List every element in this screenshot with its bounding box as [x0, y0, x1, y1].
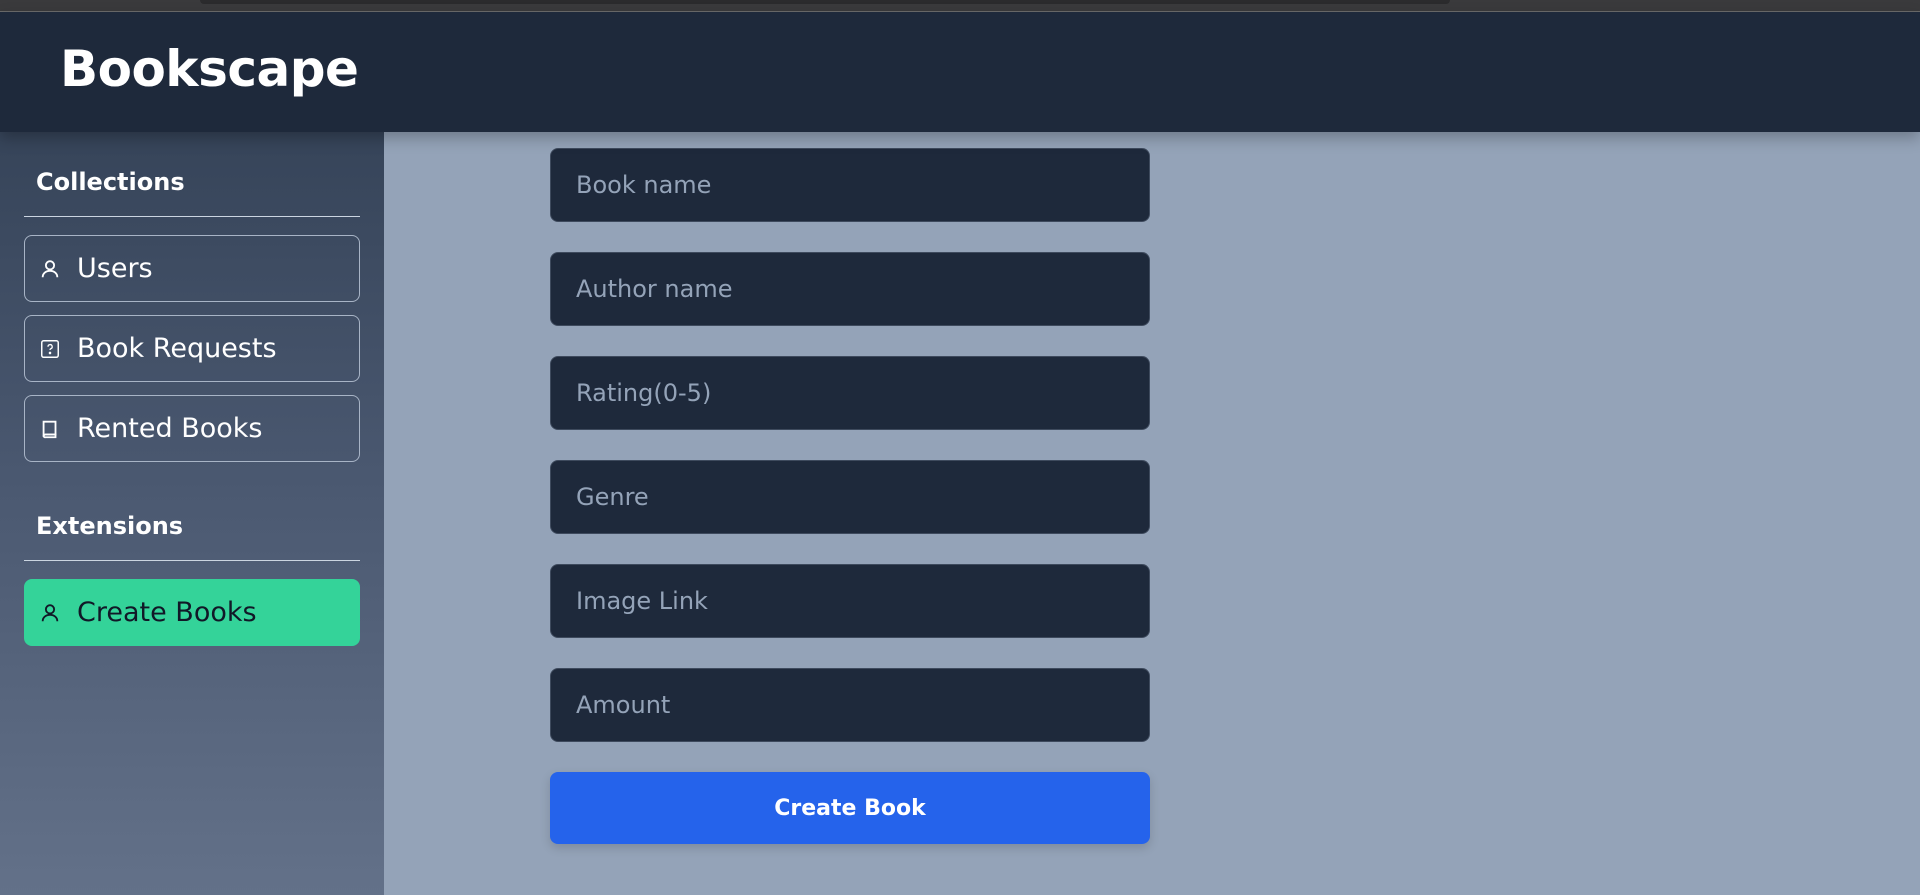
amount-input[interactable] — [550, 668, 1150, 742]
sidebar: Collections Users Book Requests Rented B… — [0, 132, 384, 895]
sidebar-section-title-collections: Collections — [36, 168, 185, 196]
sidebar-item-label: Book Requests — [77, 333, 277, 364]
sidebar-item-book-requests[interactable]: Book Requests — [24, 315, 360, 382]
question-square-icon — [39, 338, 61, 360]
browser-top-strip — [0, 0, 1920, 12]
genre-input[interactable] — [550, 460, 1150, 534]
rating-input[interactable] — [550, 356, 1150, 430]
sidebar-section-title-extensions: Extensions — [36, 512, 184, 540]
book-icon — [39, 418, 61, 440]
sidebar-item-label: Create Books — [77, 597, 257, 628]
browser-tab-bar — [200, 0, 1450, 4]
app-logo-title[interactable]: Bookscape — [60, 40, 359, 98]
create-book-form-area: Create Book — [384, 132, 1920, 895]
sidebar-divider — [24, 560, 360, 561]
sidebar-item-rented-books[interactable]: Rented Books — [24, 395, 360, 462]
sidebar-divider — [24, 216, 360, 217]
sidebar-item-label: Rented Books — [77, 413, 263, 444]
sidebar-item-label: Users — [77, 253, 153, 284]
sidebar-item-users[interactable]: Users — [24, 235, 360, 302]
book-name-input[interactable] — [550, 148, 1150, 222]
sidebar-item-create-books[interactable]: Create Books — [24, 579, 360, 646]
create-book-button[interactable]: Create Book — [550, 772, 1150, 844]
app-header: Bookscape — [0, 12, 1920, 132]
user-icon — [39, 258, 61, 280]
image-link-input[interactable] — [550, 564, 1150, 638]
author-name-input[interactable] — [550, 252, 1150, 326]
user-icon — [39, 602, 61, 624]
